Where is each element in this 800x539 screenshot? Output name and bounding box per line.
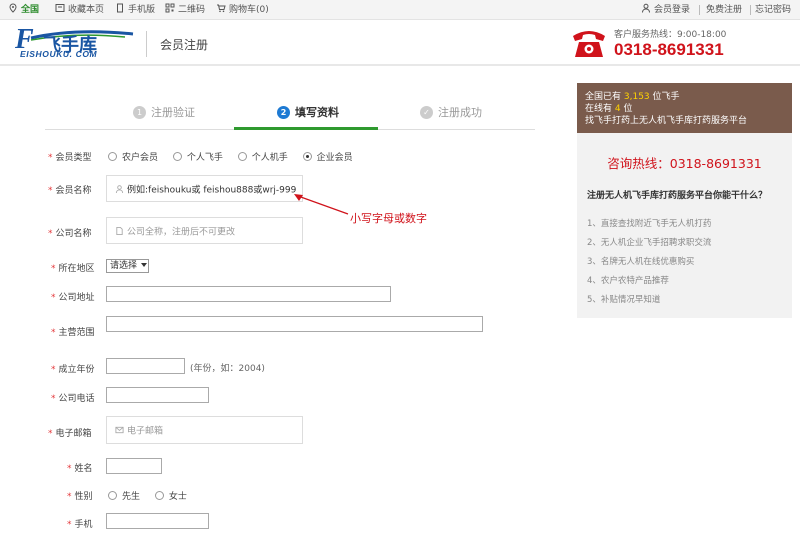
mobile-icon xyxy=(117,3,123,13)
company-address-label: * 公司地址 xyxy=(51,293,95,303)
user-icon xyxy=(115,184,124,193)
radio-personal-pilot[interactable]: 个人飞手 xyxy=(172,152,223,163)
name-label: * 姓名 xyxy=(67,464,93,474)
region-selector[interactable]: 全国 xyxy=(8,0,39,20)
topbar-separator xyxy=(699,5,700,15)
radio-personal-operator[interactable]: 个人机手 xyxy=(237,152,288,163)
pilot-count-line: 全国已有 3,153 位飞手 xyxy=(585,92,680,102)
top-bar: 全国 收藏本页 手机版 二维码 购物车(0) 会员登录 免费注册 忘记密码 xyxy=(0,0,800,20)
radio-enterprise[interactable]: 企业会员 xyxy=(302,152,353,163)
sidebar-slogan: 找飞手打药上无人机飞手库打药服务平台 xyxy=(585,116,748,126)
founded-year-hint: (年份，如：2004) xyxy=(190,364,265,374)
site-header: F 飞手库 EISHOUKU. COM 会员注册 客户服务热线：9:00-18:… xyxy=(0,21,800,66)
benefits-question: 注册无人机飞手库打药服务平台你能干什么？ xyxy=(587,191,768,201)
mail-icon xyxy=(115,426,124,434)
name-input[interactable] xyxy=(106,458,162,474)
radio-female[interactable]: 女士 xyxy=(154,491,187,502)
company-name-label: * 公司名称 xyxy=(48,229,92,239)
gender-radio-group: 先生 女士 xyxy=(108,489,199,502)
benefits-list: 1、直接查找附近飞手无人机打药 2、无人机企业飞手招聘求职交流 3、名牌无人机在… xyxy=(587,217,787,312)
stats-banner: 全国已有 3,153 位飞手 在线有 4 位 找飞手打药上无人机飞手库打药服务平… xyxy=(577,83,792,133)
region-select[interactable]: 请选择 xyxy=(106,259,149,273)
email-label: * 电子邮箱 xyxy=(48,429,92,439)
company-address-input[interactable] xyxy=(106,286,391,302)
step-fill-info: 2 填写资料 xyxy=(277,104,339,122)
company-name-input[interactable]: 公司全称，注册后不可更改 xyxy=(106,217,303,244)
topbar-separator xyxy=(750,5,751,15)
business-scope-input[interactable] xyxy=(106,316,483,332)
region-label: * 所在地区 xyxy=(51,264,95,274)
document-icon xyxy=(116,226,123,235)
register-link[interactable]: 免费注册 xyxy=(706,0,742,20)
step-success: ✓ 注册成功 xyxy=(420,104,482,122)
user-icon xyxy=(642,3,650,13)
member-name-label: * 会员名称 xyxy=(48,186,92,196)
mobile-label: * 手机 xyxy=(67,520,93,530)
sidebar-info-panel: 咨询热线：0318-8691331 注册无人机飞手库打药服务平台你能干什么？ 1… xyxy=(577,133,792,318)
logo-subtitle: EISHOUKU. COM xyxy=(20,49,98,59)
check-icon: ✓ xyxy=(420,106,433,119)
header-divider xyxy=(146,31,147,57)
forgot-password-link[interactable]: 忘记密码 xyxy=(755,0,791,20)
favorite-link[interactable]: 收藏本页 xyxy=(55,0,104,20)
dropdown-arrow-icon xyxy=(141,263,148,267)
active-step-indicator xyxy=(234,127,378,130)
cart-link[interactable]: 购物车(0) xyxy=(216,0,269,20)
mobile-input[interactable] xyxy=(106,513,209,529)
member-name-input[interactable]: 例如:feishouku或 feishou888或wrj-999 xyxy=(106,175,303,202)
page-title: 会员注册 xyxy=(160,38,209,52)
radio-farmer[interactable]: 农户会员 xyxy=(108,152,158,163)
list-item: 4、农户农特产品推荐 xyxy=(587,276,669,286)
mobile-link[interactable]: 手机版 xyxy=(115,0,155,20)
qrcode-icon xyxy=(165,3,175,13)
hotline-number: 0318-8691331 xyxy=(614,40,724,59)
member-type-radio-group: 农户会员 个人飞手 个人机手 企业会员 xyxy=(108,150,365,163)
online-count-line: 在线有 4 位 xyxy=(585,104,633,114)
company-phone-label: * 公司电话 xyxy=(51,394,95,404)
bookmark-icon xyxy=(55,4,65,12)
login-link[interactable]: 会员登录 xyxy=(641,0,690,20)
company-phone-input[interactable] xyxy=(106,387,209,403)
step-number: 2 xyxy=(277,106,290,119)
annotation-text: 小写字母或数字 xyxy=(350,212,427,225)
qrcode-link[interactable]: 二维码 xyxy=(165,0,205,20)
list-item: 2、无人机企业飞手招聘求职交流 xyxy=(587,238,712,248)
member-type-label: * 会员类型 xyxy=(48,153,92,163)
step-number: 1 xyxy=(133,106,146,119)
business-scope-label: * 主营范围 xyxy=(51,328,95,338)
cart-icon xyxy=(217,4,226,13)
location-pin-icon xyxy=(9,3,17,13)
list-item: 1、直接查找附近飞手无人机打药 xyxy=(587,219,712,229)
step-verify: 1 注册验证 xyxy=(133,104,195,122)
gender-label: * 性别 xyxy=(67,492,93,502)
radio-male[interactable]: 先生 xyxy=(108,491,140,502)
list-item: 3、名牌无人机在线优惠购买 xyxy=(587,257,695,267)
hotline-label: 客户服务热线：9:00-18:00 xyxy=(614,30,727,40)
annotation-arrow xyxy=(294,194,349,215)
list-item: 5、补贴情况早知道 xyxy=(587,295,661,305)
registration-steps: 1 注册验证 2 填写资料 ✓ 注册成功 xyxy=(45,100,535,130)
founded-year-input[interactable] xyxy=(106,358,185,374)
consult-hotline: 咨询热线：0318-8691331 xyxy=(607,156,762,171)
email-input[interactable]: 电子邮箱 xyxy=(106,416,303,444)
telephone-icon xyxy=(573,31,605,57)
founded-year-label: * 成立年份 xyxy=(51,365,95,375)
